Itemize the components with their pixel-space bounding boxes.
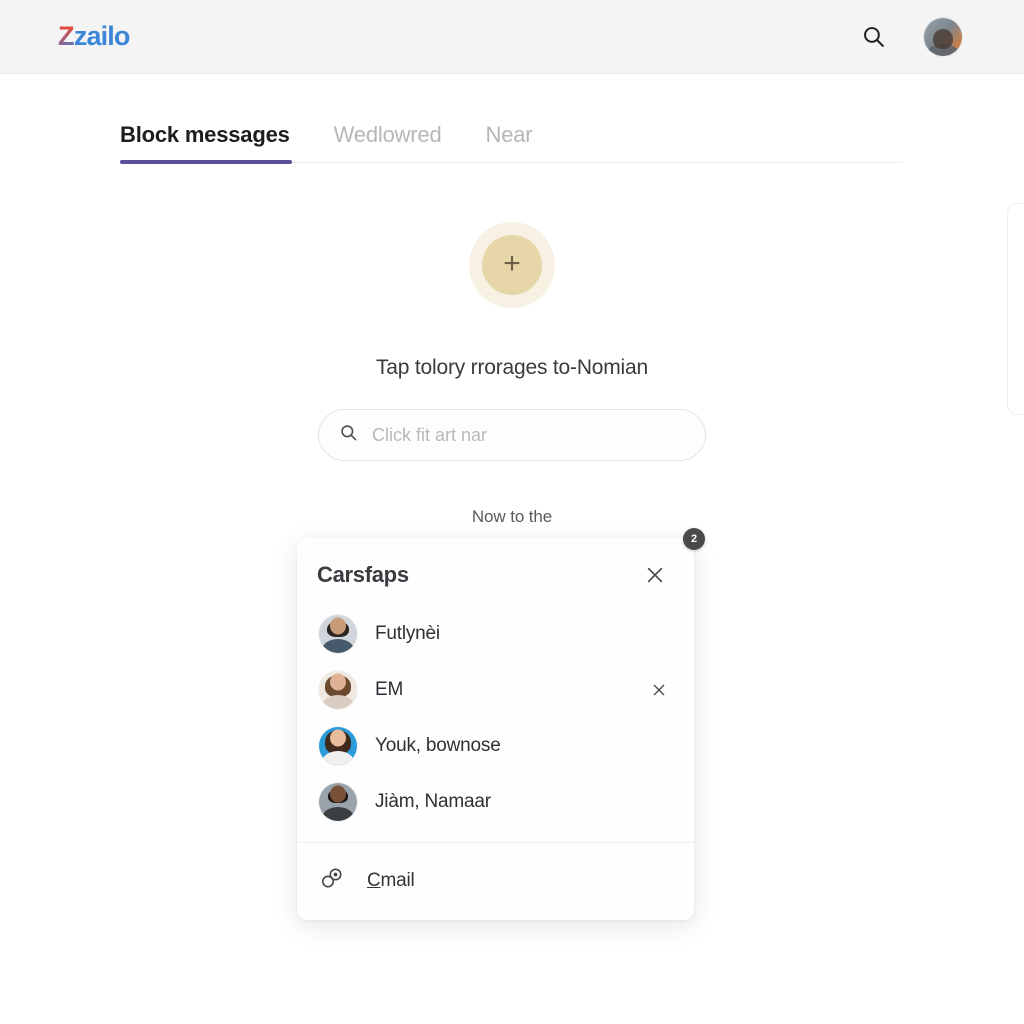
list-item-label: Youk, bownose — [375, 735, 501, 756]
tab-wedlowred[interactable]: Wedlowred — [334, 122, 442, 162]
tab-divider — [120, 160, 902, 164]
avatar[interactable] — [924, 17, 962, 56]
tab-list: Block messages Wedlowred Near — [120, 122, 902, 162]
app-logo[interactable]: Zzailo — [58, 21, 130, 52]
avatar — [319, 671, 357, 709]
search-icon — [339, 423, 358, 447]
list-item[interactable]: Jiàm, Namaar — [297, 774, 694, 830]
plus-icon: + — [482, 235, 542, 295]
logo-lead-letter: Z — [58, 21, 75, 51]
list-item[interactable]: Futlynèi — [297, 606, 694, 662]
list-item[interactable]: EM — [297, 662, 694, 718]
card-header: Carsfaps — [297, 538, 694, 606]
tab-near[interactable]: Near — [486, 122, 533, 162]
remove-contact-icon[interactable] — [648, 679, 670, 701]
card-footer-action[interactable]: Cmail — [297, 842, 694, 920]
empty-state-subnote: Now to the — [471, 507, 553, 526]
add-button[interactable]: + — [469, 222, 555, 308]
empty-state: + Tap tolory rrorages to-Nomian Now to t… — [0, 222, 1024, 527]
list-item-label: Futlynèi — [375, 623, 440, 644]
logo-wordmark: zailo — [73, 21, 130, 51]
link-rings-icon — [319, 865, 345, 896]
footer-label-underlined: C — [367, 869, 381, 891]
card-footer-label: Cmail — [367, 870, 415, 892]
search-input-wrapper[interactable] — [318, 409, 706, 461]
avatar — [319, 615, 357, 653]
status-badge[interactable]: 2 — [683, 528, 705, 550]
active-tab-indicator — [120, 160, 292, 164]
right-edge-panel[interactable] — [1007, 203, 1024, 415]
footer-label-rest: mail — [380, 869, 415, 891]
header-actions — [856, 17, 962, 56]
list-item-label: EM — [375, 679, 404, 700]
avatar — [319, 783, 357, 821]
tab-bar: Block messages Wedlowred Near — [120, 122, 902, 164]
search-input[interactable] — [372, 424, 685, 446]
close-icon[interactable] — [642, 562, 668, 588]
empty-state-headline: Tap tolory rrorages to-Nomian — [376, 356, 648, 379]
card-title: Carsfaps — [317, 562, 409, 587]
list-item-label: Jiàm, Namaar — [375, 791, 491, 812]
contacts-card: 2 Carsfaps Futlynèi EM Youk, bownose Jià… — [297, 528, 705, 920]
contacts-list: Futlynèi EM Youk, bownose Jiàm, Namaar — [297, 606, 694, 842]
avatar-face — [933, 28, 953, 49]
list-item[interactable]: Youk, bownose — [297, 718, 694, 774]
app-header: Zzailo — [0, 0, 1024, 74]
search-icon[interactable] — [856, 20, 890, 54]
avatar — [319, 727, 357, 765]
tab-block-messages[interactable]: Block messages — [120, 122, 290, 162]
